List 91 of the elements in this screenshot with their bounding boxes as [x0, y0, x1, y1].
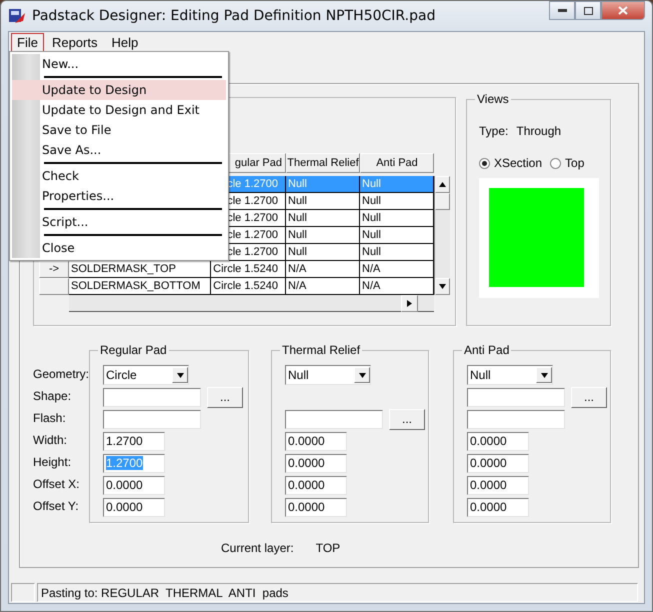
scroll-up-button[interactable]	[435, 176, 450, 193]
table-cell: N/A	[286, 278, 360, 295]
window-title: Padstack Designer: Editing Pad Definition NPTH50CIR.pad	[32, 8, 436, 24]
browse-button[interactable]: ...	[571, 386, 607, 408]
browse-button[interactable]: ...	[207, 386, 243, 408]
radio-button[interactable]	[550, 158, 562, 168]
table-cell: N/A	[360, 261, 434, 278]
input-field[interactable]: 0.0000	[103, 498, 165, 516]
table-cell: Circle 1.5240	[211, 261, 286, 278]
app-icon	[8, 7, 26, 25]
table-cell: SOLDERMASK_BOTTOM	[69, 278, 211, 295]
browse-button[interactable]: ...	[389, 408, 425, 430]
group-title: Views	[475, 92, 511, 106]
input-field[interactable]: 0.0000	[285, 432, 347, 450]
input-field[interactable]: 0.0000	[285, 454, 347, 472]
dropdown-arrow-icon	[540, 372, 548, 378]
menu-title[interactable]: Help	[105, 32, 144, 52]
field-label: Flash:	[33, 411, 66, 425]
input-field[interactable]	[467, 388, 565, 406]
radio-label: Top	[565, 156, 584, 170]
field-label: Shape:	[33, 389, 72, 403]
table-cell: Null	[360, 176, 434, 193]
dropdown-arrow-icon	[358, 372, 366, 378]
column-header[interactable]: Anti Pad	[360, 153, 434, 173]
current-layer-value: TOP	[316, 541, 340, 555]
current-layer-label: Current layer:	[221, 541, 294, 555]
input-field[interactable]	[103, 388, 201, 406]
row-button[interactable]: ->	[39, 261, 69, 278]
table-cell: Null	[286, 193, 360, 210]
dropdown-arrow-icon	[176, 372, 184, 378]
input-field[interactable]: 0.0000	[285, 476, 347, 494]
radio-label: XSection	[494, 156, 542, 170]
input-field[interactable]: 0.0000	[467, 498, 529, 516]
up-arrow-icon	[439, 182, 446, 187]
menu-item[interactable]: Update to Design and Exit	[12, 100, 226, 120]
table-cell: N/A	[286, 261, 360, 278]
row-button[interactable]	[39, 278, 69, 295]
input-field[interactable]	[103, 410, 201, 428]
menu-title[interactable]: Reports	[46, 32, 104, 52]
radio-button[interactable]	[479, 158, 490, 168]
table-cell: Null	[360, 193, 434, 210]
table-cell: SOLDERMASK_TOP	[69, 261, 211, 278]
table-cell: Null	[286, 227, 360, 244]
input-field[interactable]: 0.0000	[467, 432, 529, 450]
minimize-button[interactable]	[549, 1, 575, 20]
field-label: Offset Y:	[33, 499, 79, 513]
geometry-dropdown[interactable]: Null	[467, 365, 553, 385]
geometry-dropdown[interactable]: Null	[285, 365, 371, 385]
status-text: Pasting to: REGULAR THERMAL ANTI pads	[37, 583, 638, 602]
table-cell: Null	[360, 227, 434, 244]
menu-item[interactable]: New...	[12, 54, 226, 74]
field-label: Offset X:	[33, 477, 80, 491]
field-label: Width:	[33, 433, 68, 447]
scroll-thumb[interactable]	[435, 193, 450, 210]
scroll-down-button[interactable]	[435, 278, 450, 295]
down-arrow-icon	[439, 284, 446, 289]
right-arrow-icon	[407, 300, 412, 307]
table-cell: Null	[360, 244, 434, 261]
field-label: Geometry:	[33, 367, 90, 381]
maximize-icon	[584, 6, 592, 14]
input-field[interactable]	[285, 410, 383, 428]
status-pane	[11, 583, 35, 602]
geometry-dropdown[interactable]: Circle	[103, 365, 189, 385]
menu-item[interactable]: Save to File	[12, 120, 226, 140]
group-title: Anti Pad	[462, 343, 512, 357]
group-title: Thermal Relief	[280, 343, 362, 357]
horizontal-scrollbar[interactable]	[69, 295, 434, 312]
maximize-button[interactable]	[575, 1, 601, 20]
input-field[interactable]: 0.0000	[103, 476, 165, 494]
type-value: Through	[516, 124, 562, 138]
table-cell: Circle 1.5240	[211, 278, 286, 295]
scroll-right-button[interactable]	[401, 295, 418, 312]
close-icon	[618, 6, 628, 15]
type-label: Type:	[479, 124, 508, 138]
table-cell: Null	[286, 244, 360, 261]
table-cell: Null	[286, 176, 360, 193]
table-cell: Null	[286, 210, 360, 227]
field-label: Height:	[33, 455, 72, 469]
input-field[interactable]: 0.0000	[467, 454, 529, 472]
table-cell: Null	[360, 210, 434, 227]
close-button[interactable]	[601, 1, 645, 20]
table-cell: N/A	[360, 278, 434, 295]
menu-item[interactable]: Update to Design	[12, 80, 226, 100]
minimize-icon	[558, 9, 566, 12]
group-title: Regular Pad	[98, 343, 169, 357]
input-field[interactable]	[467, 410, 565, 428]
vertical-scrollbar[interactable]	[434, 176, 450, 295]
input-field[interactable]: 1.2700	[103, 432, 165, 450]
column-header[interactable]: Thermal Relief	[286, 153, 360, 173]
input-field[interactable]: 0.0000	[467, 476, 529, 494]
input-field[interactable]: 0.0000	[285, 498, 347, 516]
